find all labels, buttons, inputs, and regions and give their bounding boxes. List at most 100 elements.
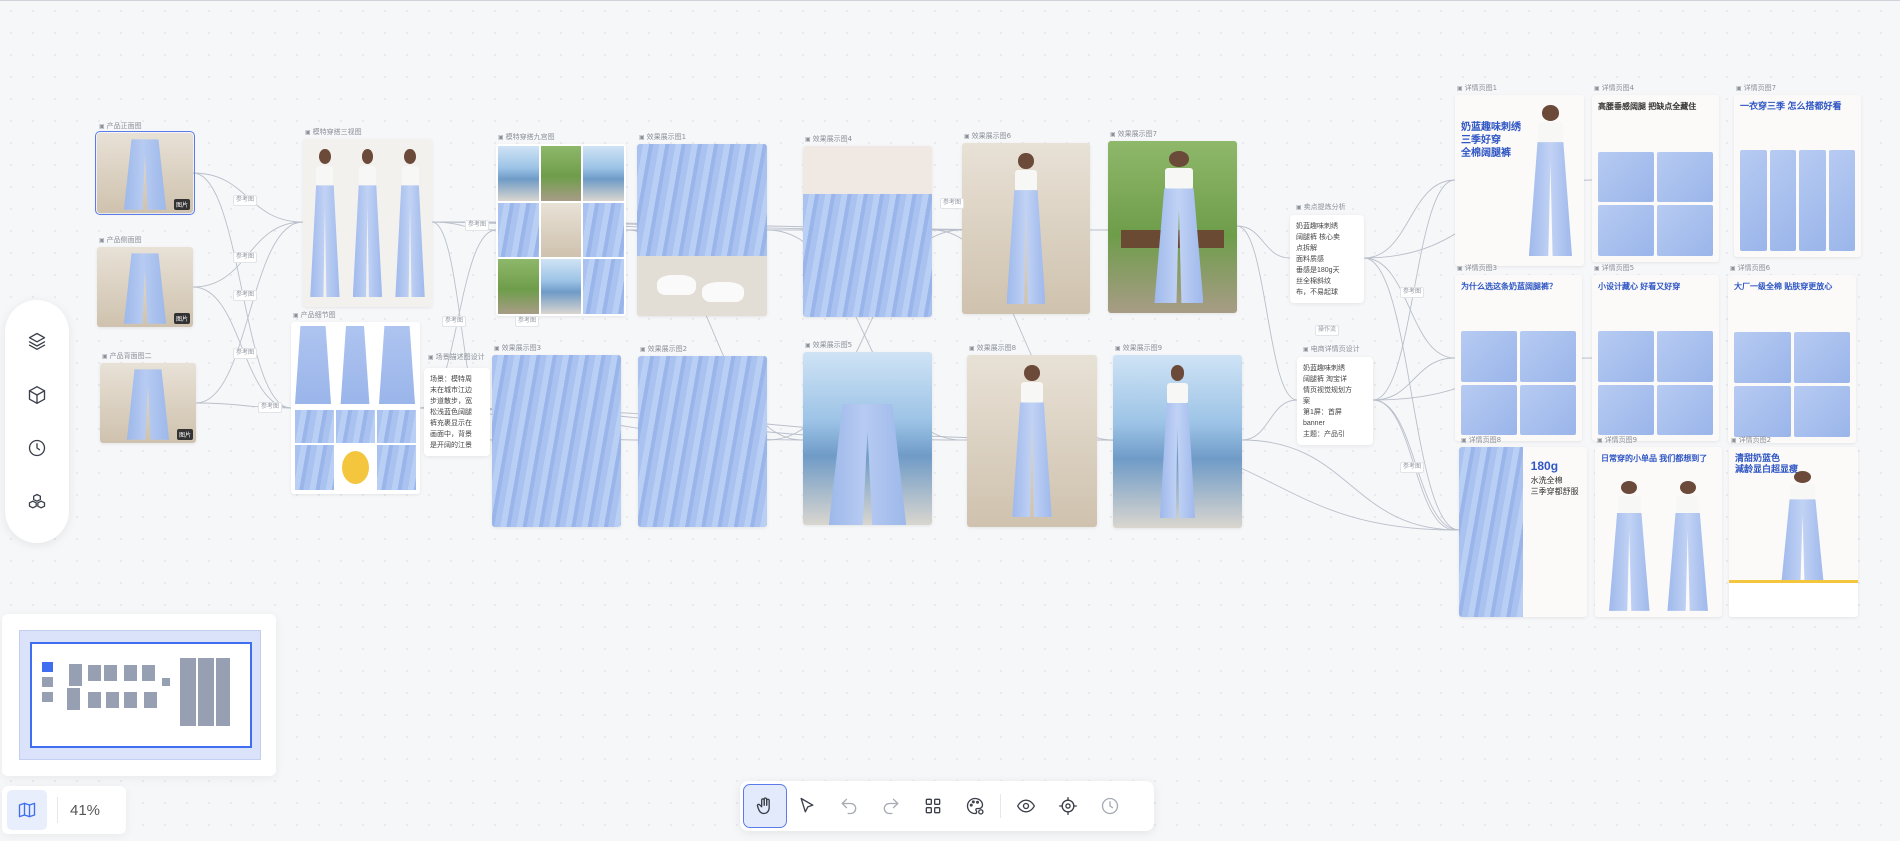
redo-button[interactable] bbox=[870, 785, 912, 827]
edge-label: 参考图 bbox=[515, 316, 540, 327]
connection-edge bbox=[1236, 225, 1291, 259]
ecommerce-plan-note[interactable]: 奶蓝趣味刺绣 阔腿裤 淘宝详 情页视觉规划方 案 第1屏：首屏 banner 主… bbox=[1297, 357, 1373, 445]
node-label: 详情页图2 bbox=[1731, 435, 1771, 445]
edge-label: 参考图 bbox=[465, 220, 490, 231]
edge-label: 参考图 bbox=[233, 252, 258, 263]
clock-icon[interactable] bbox=[22, 433, 52, 463]
detail-1-poster[interactable]: 奶蓝趣味刺绣 三季好穿 全棉阔腿裤 bbox=[1455, 95, 1584, 266]
minimap-frame[interactable] bbox=[30, 642, 252, 748]
product-front-image[interactable]: 图片 bbox=[95, 131, 195, 215]
detail-2-poster[interactable]: 清甜奶蓝色 減龄显白超显瘦 bbox=[1729, 447, 1858, 617]
minimap[interactable] bbox=[2, 614, 276, 776]
selling-analysis-label: 卖点提炼分析 bbox=[1296, 202, 1346, 212]
poster-title: 为什么选这条奶蓝阔腿裤？ bbox=[1461, 282, 1557, 291]
detail-9-poster[interactable]: 日常穿的小单品 我们都想到了 bbox=[1595, 447, 1722, 617]
top-border bbox=[0, 0, 1900, 1]
connection-edge bbox=[1363, 257, 1460, 531]
node-label: 产品侧面图 bbox=[99, 235, 142, 245]
edge-label-flow: 操作流 bbox=[1315, 325, 1340, 336]
cubes-icon[interactable] bbox=[22, 487, 52, 517]
scene-description-note[interactable]: 场景：模特周 末在城市江边 步道散步，宽 松浅蓝色阔腿 裤充裹显示在 画面中，背… bbox=[424, 368, 490, 456]
left-toolbar bbox=[5, 300, 69, 543]
node-label: 效果展示图2 bbox=[640, 344, 687, 354]
edge-label: 参考图 bbox=[442, 316, 467, 327]
detail-6-poster[interactable]: 大厂一级全棉 贴肤穿更放心 bbox=[1728, 275, 1856, 443]
node-label: 模特穿搭九宫图 bbox=[498, 132, 555, 142]
node-label: 效果展示图1 bbox=[639, 132, 686, 142]
node-label: 模特穿搭三视图 bbox=[305, 127, 362, 137]
detail-8-poster[interactable]: 180g 水洗全棉 三季穿都舒服 bbox=[1459, 447, 1587, 617]
node-label: 详情页图8 bbox=[1461, 435, 1501, 445]
image-badge: 图片 bbox=[173, 313, 190, 324]
ecommerce-page-label: 电商详情页设计 bbox=[1303, 344, 1360, 354]
preview-eye-button[interactable] bbox=[1005, 785, 1047, 827]
connection-edge bbox=[195, 221, 304, 404]
scene-description-label: 场景描述图设计 bbox=[428, 352, 485, 362]
detail-4-poster[interactable]: 高腰垂感阔腿 把缺点全藏住 bbox=[1592, 95, 1719, 262]
edge-label: 参考图 bbox=[1400, 462, 1425, 473]
zoom-control: 41% bbox=[2, 786, 126, 834]
node-label: 详情页图9 bbox=[1597, 435, 1637, 445]
node-label: 产品背面图二 bbox=[102, 351, 152, 361]
connection-edge bbox=[1241, 439, 1460, 531]
node-label: 效果展示图7 bbox=[1110, 129, 1157, 139]
edge-label: 参考图 bbox=[258, 402, 283, 413]
toolbar-divider bbox=[1000, 794, 1001, 818]
locate-target-button[interactable] bbox=[1047, 785, 1089, 827]
minimap-viewport[interactable] bbox=[19, 630, 261, 760]
detail-7-poster[interactable]: 一衣穿三季 怎么搭都好看 bbox=[1734, 95, 1861, 257]
poster-title: 小设计藏心 好看又好穿 bbox=[1598, 282, 1681, 291]
undo-button[interactable] bbox=[828, 785, 870, 827]
pointer-tool-button[interactable] bbox=[786, 785, 828, 827]
product-detail-image[interactable] bbox=[291, 322, 420, 494]
model-nine-image[interactable] bbox=[496, 144, 626, 316]
poster-title: 日常穿的小单品 我们都想到了 bbox=[1601, 454, 1708, 463]
effect-2-image[interactable] bbox=[638, 356, 767, 527]
node-label: 效果展示图8 bbox=[969, 343, 1016, 353]
poster-title: 大厂一级全棉 贴肤穿更放心 bbox=[1734, 282, 1833, 291]
edge-label: 参考图 bbox=[233, 195, 258, 206]
node-label: 效果展示图5 bbox=[805, 340, 852, 350]
effect-9-image[interactable] bbox=[1113, 355, 1242, 528]
zoom-divider bbox=[57, 797, 58, 823]
node-label: 详情页图5 bbox=[1594, 263, 1634, 273]
bottom-toolbar bbox=[740, 781, 1154, 831]
image-badge: 图片 bbox=[173, 199, 190, 210]
zoom-level[interactable]: 41% bbox=[70, 802, 100, 819]
effect-5-image[interactable] bbox=[803, 352, 932, 525]
product-back-image[interactable]: 图片 bbox=[100, 363, 196, 443]
connection-edge bbox=[1363, 179, 1456, 259]
node-label: 详情页图3 bbox=[1457, 263, 1497, 273]
layers-icon[interactable] bbox=[22, 326, 52, 356]
model-triple-image[interactable] bbox=[303, 139, 432, 307]
connection-edge bbox=[1372, 357, 1456, 401]
effect-3-image[interactable] bbox=[492, 355, 621, 527]
effect-7-image[interactable] bbox=[1108, 141, 1237, 313]
node-label: 产品正面图 bbox=[99, 121, 142, 131]
node-label: 产品细节图 bbox=[293, 310, 336, 320]
poster-title: 一衣穿三季 怎么搭都好看 bbox=[1740, 101, 1842, 111]
node-label: 详情页图6 bbox=[1730, 263, 1770, 273]
effect-6-image[interactable] bbox=[962, 143, 1090, 314]
effect-8-image[interactable] bbox=[967, 355, 1097, 527]
node-label: 效果展示图3 bbox=[494, 343, 541, 353]
effect-1-image[interactable] bbox=[637, 144, 767, 316]
detail-5-poster[interactable]: 小设计藏心 好看又好穿 bbox=[1592, 275, 1719, 441]
connection-edge bbox=[1363, 257, 1456, 359]
grid-button[interactable] bbox=[912, 785, 954, 827]
node-label: 效果展示图6 bbox=[964, 131, 1011, 141]
cube-icon[interactable] bbox=[22, 380, 52, 410]
map-toggle-button[interactable] bbox=[7, 790, 47, 830]
selling-points-note[interactable]: 奶蓝趣味刺绣 阔腿裤 核心卖 点拆解 面料质感 垂感是180g天 丝全棉斜纹 布… bbox=[1290, 215, 1364, 303]
detail-3-poster[interactable]: 为什么选这条奶蓝阔腿裤？ bbox=[1455, 275, 1582, 441]
node-label: 详情页图1 bbox=[1457, 83, 1497, 93]
hand-tool-button[interactable] bbox=[743, 784, 787, 828]
palette-button[interactable] bbox=[954, 785, 996, 827]
poster-title: 水洗全棉 三季穿都舒服 bbox=[1530, 476, 1579, 496]
product-side-image[interactable]: 图片 bbox=[97, 247, 193, 327]
history-button[interactable] bbox=[1089, 785, 1131, 827]
image-badge: 图片 bbox=[176, 429, 193, 440]
effect-4-image[interactable] bbox=[803, 146, 932, 317]
poster-title: 高腰垂感阔腿 把缺点全藏住 bbox=[1598, 102, 1697, 111]
poster-number: 180g bbox=[1530, 459, 1559, 473]
